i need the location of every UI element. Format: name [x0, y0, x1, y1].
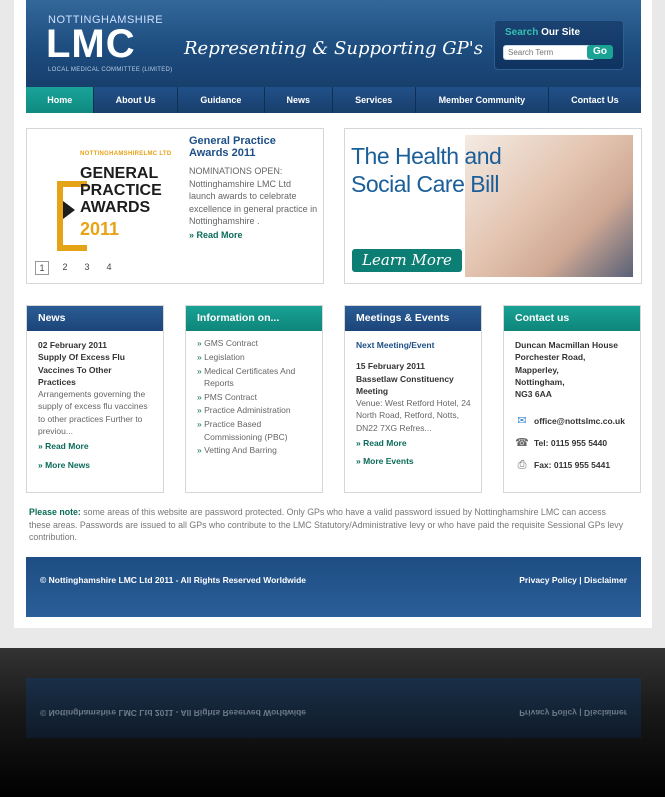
notice-label: Please note:: [29, 507, 81, 517]
info-link-pms-contract[interactable]: PMS Contract: [197, 391, 308, 403]
feature-awards: NOTTINGHAMSHIRELMC LTD GENERAL PRACTICE …: [26, 128, 324, 284]
more-news-link[interactable]: » More News: [38, 459, 163, 471]
info-link-practice-administration[interactable]: Practice Administration: [197, 404, 308, 416]
password-notice: Please note: some areas of this website …: [29, 506, 629, 544]
nav-news[interactable]: News: [265, 87, 333, 113]
footer-reflection: © Nottinghamshire LMC Ltd 2011 - All Rig…: [26, 678, 641, 738]
footer-reflection-copyright: © Nottinghamshire LMC Ltd 2011 - All Rig…: [40, 708, 307, 718]
page-reflection: © Nottinghamshire LMC Ltd 2011 - All Rig…: [0, 648, 665, 797]
nav-home[interactable]: Home: [26, 87, 95, 113]
footer-links[interactable]: Privacy Policy | Disclaimer: [519, 575, 627, 585]
nav-services[interactable]: Services: [333, 87, 416, 113]
search-title-rest: Our Site: [538, 27, 581, 38]
info-link-legislation[interactable]: Legislation: [197, 351, 308, 363]
address-line: NG3 6AA: [515, 389, 552, 400]
footer: © Nottinghamshire LMC Ltd 2011 - All Rig…: [26, 557, 641, 617]
feature-pager: 1 2 3 4: [35, 261, 115, 275]
pager-page-2[interactable]: 2: [59, 261, 71, 273]
address-line: Duncan Macmillan House: [515, 340, 618, 350]
contact-heading: Contact us: [504, 306, 640, 331]
feature-bill[interactable]: The Health and Social Care Bill Learn Mo…: [344, 128, 642, 284]
address-line: Porchester Road,: [515, 352, 586, 363]
contact-body: Duncan Macmillan House Porchester Road, …: [504, 331, 640, 472]
news-heading: News: [27, 306, 163, 331]
footer-copyright: © Nottinghamshire LMC Ltd 2011 - All Rig…: [40, 575, 307, 585]
fax-icon: ⎙: [517, 459, 527, 472]
awards-logo-text: GENERAL PRACTICE AWARDS: [80, 165, 162, 216]
brand-subtitle: LOCAL MEDICAL COMMITTEE (LIMITED): [48, 67, 173, 73]
nav-member-community[interactable]: Member Community: [416, 87, 549, 113]
phone-icon: ☎: [515, 437, 529, 450]
notice-text: some areas of this website are password …: [29, 507, 624, 542]
search-title: Search Our Site: [505, 27, 580, 38]
awards-logo-line: GENERAL: [80, 165, 159, 182]
bill-title: The Health and Social Care Bill: [351, 142, 502, 198]
news-text: Arrangements governing the supply of exc…: [38, 389, 148, 437]
nav-contact-us[interactable]: Contact Us: [549, 87, 641, 113]
more-events-link[interactable]: » More Events: [356, 455, 471, 467]
search-go-button[interactable]: Go: [587, 45, 613, 59]
tagline: Representing & Supporting GP's: [184, 38, 483, 59]
brand-logo[interactable]: LMC: [46, 22, 136, 67]
address-line: Nottingham,: [515, 376, 565, 387]
info-link-vetting-barring[interactable]: Vetting And Barring: [197, 444, 308, 456]
news-title[interactable]: Supply Of Excess Flu Vaccines To Other P…: [38, 351, 163, 388]
feature-text: NOMINATIONS OPEN: Nottinghamshire LMC Lt…: [189, 166, 318, 226]
header: NOTTINGHAMSHIRE LMC LOCAL MEDICAL COMMIT…: [26, 0, 641, 87]
bill-title-line: The Health and: [351, 143, 502, 169]
contact-email-row: ✉ office@nottslmc.co.uk: [515, 414, 640, 428]
contact-tel: Tel: 0115 955 5440: [534, 438, 608, 449]
search-box: Search Our Site Go: [494, 20, 624, 70]
awards-logo-small: NOTTINGHAMSHIRELMC LTD: [80, 151, 172, 157]
events-subheading: Next Meeting/Event: [356, 340, 435, 350]
pager-page-3[interactable]: 3: [81, 261, 93, 273]
news-box: News 02 February 2011 Supply Of Excess F…: [26, 305, 164, 493]
info-box: Information on... GMS Contract Legislati…: [185, 305, 323, 493]
awards-logo-arrow: [63, 201, 75, 219]
bill-title-line: Social Care Bill: [351, 171, 499, 197]
events-heading: Meetings & Events: [345, 306, 481, 331]
event-read-more-link[interactable]: » Read More: [356, 437, 471, 449]
news-body: 02 February 2011 Supply Of Excess Flu Va…: [27, 331, 163, 471]
events-box: Meetings & Events Next Meeting/Event 15 …: [344, 305, 482, 493]
info-link-pbc[interactable]: Practice Based Commissioning (PBC): [197, 418, 308, 443]
nav-about-us[interactable]: About Us: [94, 87, 178, 113]
info-link-gms-contract[interactable]: GMS Contract: [197, 337, 308, 349]
event-date: 15 February 2011: [356, 361, 425, 372]
contact-email[interactable]: office@nottslmc.co.uk: [534, 415, 625, 427]
pager-page-1[interactable]: 1: [35, 261, 49, 275]
pager-page-4[interactable]: 4: [103, 261, 115, 273]
event-title[interactable]: Bassetlaw Constituency Meeting: [356, 373, 471, 398]
feature-title[interactable]: General Practice Awards 2011: [189, 135, 317, 159]
news-date: 02 February 2011: [38, 340, 107, 350]
contact-fax-row: ⎙ Fax: 0115 955 5441: [515, 458, 640, 472]
events-body: Next Meeting/Event 15 February 2011 Bass…: [345, 331, 481, 468]
footer-reflection-links: Privacy Policy | Disclaimer: [519, 708, 627, 718]
main-nav: Home About Us Guidance News Services Mem…: [26, 87, 641, 113]
search-input[interactable]: [503, 45, 595, 60]
learn-more-button[interactable]: Learn More: [352, 249, 462, 272]
awards-logo-line: AWARDS: [80, 199, 151, 216]
feature-read-more-link[interactable]: » Read More: [189, 230, 243, 240]
awards-logo-line: PRACTICE: [80, 182, 162, 199]
event-text: Venue: West Retford Hotel, 24 North Road…: [356, 398, 471, 433]
contact-tel-row: ☎ Tel: 0115 955 5440: [515, 436, 640, 450]
info-heading: Information on...: [186, 306, 322, 331]
search-title-highlight: Search: [505, 27, 539, 38]
address-line: Mapperley,: [515, 364, 559, 375]
contact-fax: Fax: 0115 955 5441: [534, 460, 611, 471]
news-read-more-link[interactable]: » Read More: [38, 440, 163, 452]
awards-logo-year: 2011: [80, 219, 120, 239]
info-body: GMS Contract Legislation Medical Certifi…: [186, 331, 322, 457]
email-icon: ✉: [517, 415, 527, 428]
info-link-medical-certificates[interactable]: Medical Certificates And Reports: [197, 365, 308, 390]
contact-box: Contact us Duncan Macmillan House Porche…: [503, 305, 641, 493]
nav-guidance[interactable]: Guidance: [178, 87, 266, 113]
